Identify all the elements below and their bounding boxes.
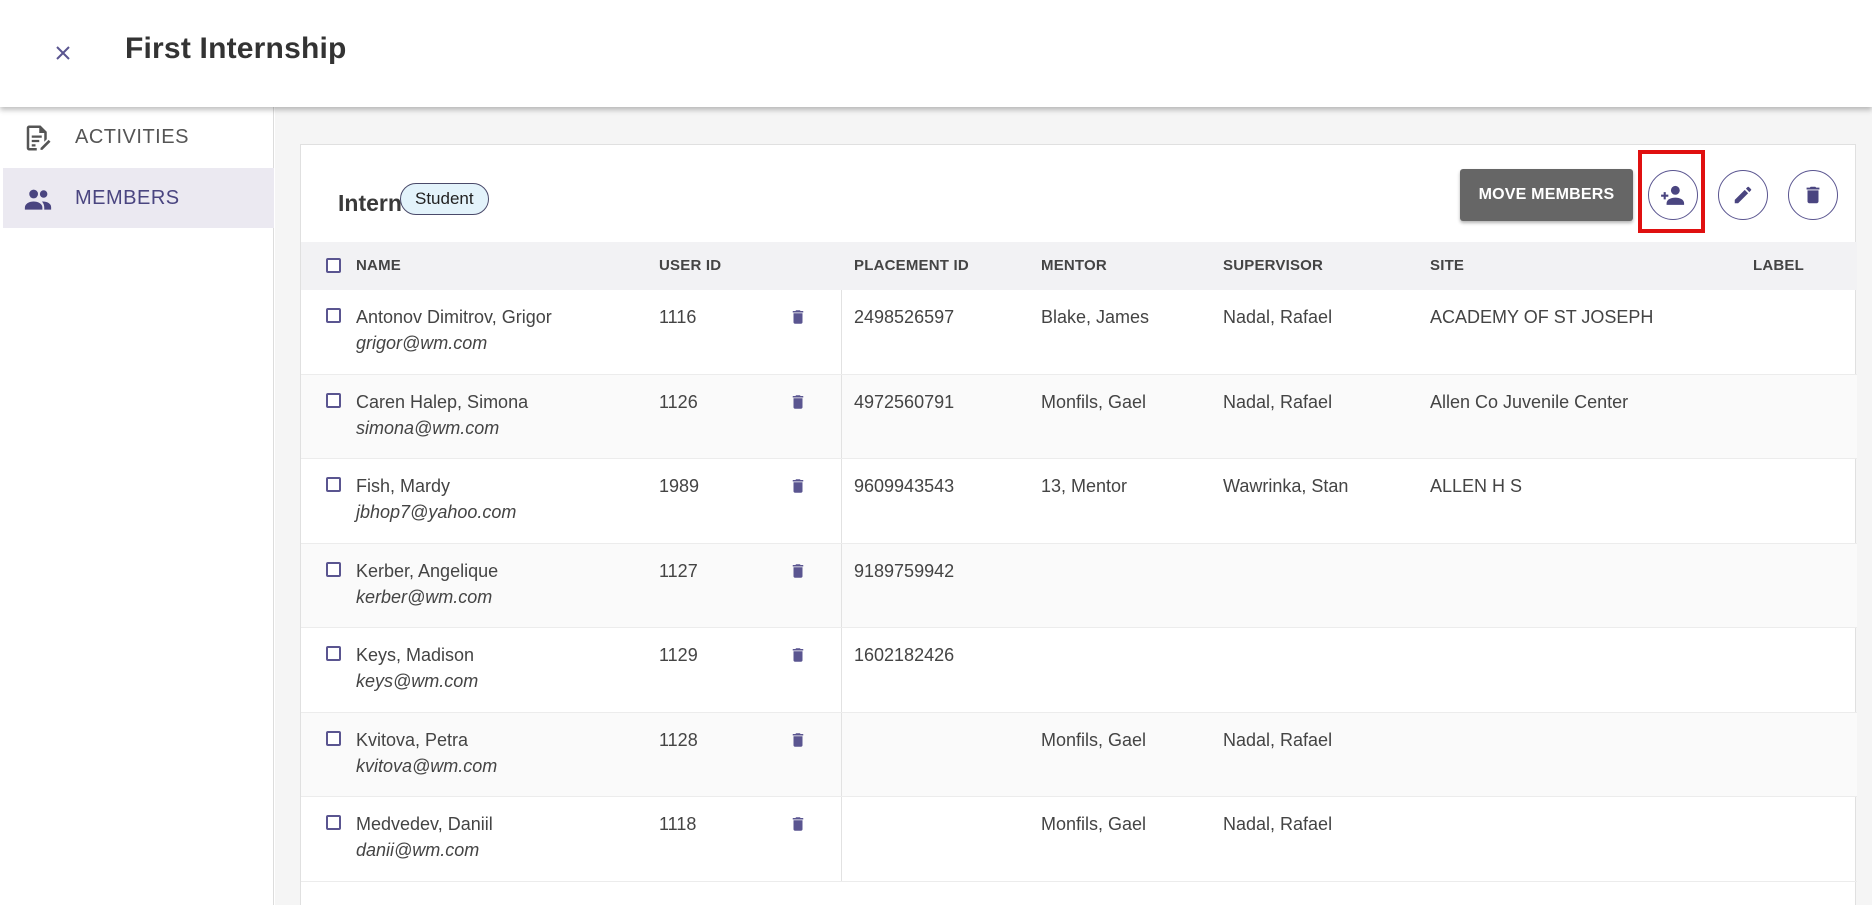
table-body: Antonov Dimitrov, Grigor grigor@wm.com 1… — [301, 290, 1857, 882]
close-icon — [56, 46, 70, 60]
column-divider — [841, 459, 842, 543]
trash-icon[interactable] — [789, 476, 807, 496]
sidebar-item-label: MEMBERS — [75, 186, 180, 209]
row-checkbox[interactable] — [326, 561, 341, 577]
trash-icon[interactable] — [789, 392, 807, 412]
group-title: Intern — [338, 190, 402, 216]
member-user-id: 1989 — [659, 476, 700, 496]
select-all-checkbox[interactable] — [326, 258, 341, 273]
member-mentor: 13, Mentor — [1041, 476, 1128, 496]
member-name: Medvedev, Daniil — [356, 814, 493, 834]
add-member-icon — [1661, 185, 1685, 205]
member-mentor: Blake, James — [1041, 307, 1150, 327]
member-email: grigor@wm.com — [356, 333, 488, 353]
row-checkbox[interactable] — [326, 730, 341, 746]
member-site: Allen Co Juvenile Center — [1430, 391, 1629, 412]
member-name: Kerber, Angelique — [356, 560, 499, 581]
sidebar-item-label: ACTIVITIES — [75, 125, 189, 148]
member-placement-id: 9189759942 — [854, 560, 955, 581]
member-name: Caren Halep, Simona — [356, 391, 529, 412]
row-checkbox[interactable] — [326, 646, 341, 661]
app-header: First Internship — [0, 0, 1872, 107]
row-checkbox[interactable] — [326, 477, 341, 492]
column-header-label[interactable]: LABEL — [1753, 257, 1804, 274]
member-placement-id: 4972560791 — [854, 391, 955, 412]
member-placement-id: 1602182426 — [854, 645, 955, 665]
column-divider — [841, 543, 842, 627]
trash-icon[interactable] — [789, 645, 807, 665]
member-supervisor: Wawrinka, Stan — [1223, 476, 1349, 496]
close-button[interactable] — [48, 38, 78, 68]
column-divider — [841, 290, 842, 374]
edit-document-icon — [26, 125, 51, 151]
member-name: Keys, Madison — [356, 645, 475, 665]
table-row: Medvedev, Daniil danii@wm.com 1118 Monfi… — [301, 797, 1857, 882]
edit-icon — [1734, 186, 1752, 204]
main-content: Intern Student MOVE MEMBERS NAME USER ID… — [275, 107, 1872, 905]
member-user-id: 1128 — [659, 729, 698, 750]
group-card: Intern Student MOVE MEMBERS NAME USER ID… — [300, 144, 1857, 905]
trash-icon[interactable] — [789, 307, 807, 327]
member-mentor: Monfils, Gael — [1041, 814, 1147, 834]
trash-icon[interactable] — [789, 730, 807, 750]
row-checkbox[interactable] — [326, 815, 341, 830]
trash-icon[interactable] — [789, 814, 807, 834]
row-checkbox[interactable] — [326, 392, 341, 408]
member-site: ALLEN H S — [1430, 476, 1523, 496]
delete-button[interactable] — [1788, 170, 1838, 220]
member-placement-id: 9609943543 — [854, 476, 955, 496]
member-mentor: Monfils, Gael — [1041, 391, 1147, 412]
member-email: simona@wm.com — [356, 417, 500, 438]
member-email: jbhop7@yahoo.com — [356, 502, 517, 522]
page-title: First Internship — [125, 32, 347, 65]
column-header-supervisor[interactable]: SUPERVISOR — [1223, 257, 1323, 274]
table-row: Fish, Mardy jbhop7@yahoo.com 1989 960994… — [301, 459, 1857, 544]
people-icon — [24, 189, 52, 210]
member-user-id: 1126 — [659, 391, 698, 412]
member-user-id: 1118 — [659, 814, 697, 834]
member-supervisor: Nadal, Rafael — [1223, 814, 1333, 834]
sidebar-item-activities[interactable]: ACTIVITIES — [3, 107, 274, 167]
move-members-button[interactable]: MOVE MEMBERS — [1460, 169, 1633, 221]
add-member-button[interactable] — [1648, 170, 1698, 220]
column-header-user-id[interactable]: USER ID — [659, 257, 721, 274]
row-checkbox[interactable] — [326, 308, 341, 323]
member-name: Fish, Mardy — [356, 476, 451, 496]
member-email: kvitova@wm.com — [356, 755, 498, 776]
table-row: Keys, Madison keys@wm.com 1129 160218242… — [301, 628, 1857, 713]
member-name: Antonov Dimitrov, Grigor — [356, 307, 552, 327]
table-header: NAME USER ID PLACEMENT ID MENTOR SUPERVI… — [301, 242, 1857, 290]
table-row: Kerber, Angelique kerber@wm.com 1127 918… — [301, 543, 1857, 628]
column-header-placement-id[interactable]: PLACEMENT ID — [854, 257, 969, 274]
column-divider — [841, 628, 842, 712]
column-header-mentor[interactable]: MENTOR — [1041, 257, 1107, 274]
column-divider — [841, 712, 842, 796]
column-header-name[interactable]: NAME — [356, 257, 401, 274]
member-user-id: 1129 — [659, 645, 698, 665]
members-table: NAME USER ID PLACEMENT ID MENTOR SUPERVI… — [301, 242, 1857, 882]
member-placement-id: 2498526597 — [854, 307, 955, 327]
member-user-id: 1116 — [659, 307, 697, 327]
member-user-id: 1127 — [659, 560, 698, 581]
table-row: Caren Halep, Simona simona@wm.com 1126 4… — [301, 374, 1857, 459]
member-name: Kvitova, Petra — [356, 729, 469, 750]
column-divider — [841, 374, 842, 458]
member-supervisor: Nadal, Rafael — [1223, 307, 1333, 327]
trash-icon[interactable] — [789, 561, 807, 581]
sidebar-item-members[interactable]: MEMBERS — [3, 168, 274, 228]
column-divider — [841, 797, 842, 881]
edit-button[interactable] — [1718, 170, 1768, 220]
member-email: kerber@wm.com — [356, 586, 493, 607]
member-site: ACADEMY OF ST JOSEPH — [1430, 307, 1654, 327]
member-email: keys@wm.com — [356, 671, 479, 691]
role-chip: Student — [400, 183, 489, 215]
member-supervisor: Nadal, Rafael — [1223, 391, 1333, 412]
delete-icon — [1806, 186, 1820, 204]
member-supervisor: Nadal, Rafael — [1223, 729, 1333, 750]
table-row: Kvitova, Petra kvitova@wm.com 1128 Monfi… — [301, 712, 1857, 797]
member-mentor: Monfils, Gael — [1041, 729, 1147, 750]
table-row: Antonov Dimitrov, Grigor grigor@wm.com 1… — [301, 290, 1857, 375]
column-header-site[interactable]: SITE — [1430, 257, 1464, 274]
member-email: danii@wm.com — [356, 840, 480, 860]
